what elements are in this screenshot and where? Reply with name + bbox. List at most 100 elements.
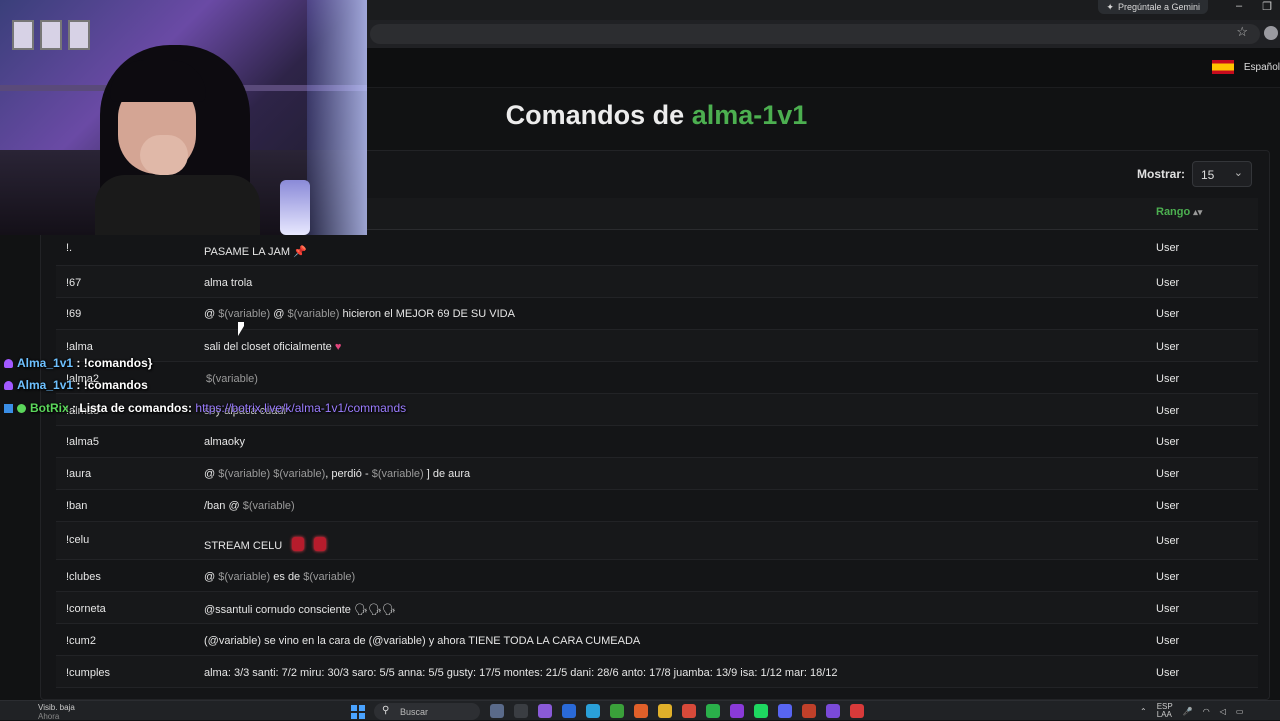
rank-cell: User bbox=[1156, 635, 1180, 647]
webcam-poster bbox=[40, 20, 62, 50]
table-row: !alma2 $(variable) User bbox=[56, 362, 1258, 394]
command-cell: !ban bbox=[66, 500, 88, 512]
chrome-profile-icon[interactable] bbox=[802, 704, 816, 718]
copilot-icon[interactable] bbox=[538, 704, 552, 718]
discord-icon[interactable] bbox=[778, 704, 792, 718]
chat-text: !comandos bbox=[83, 378, 148, 392]
edge-icon[interactable] bbox=[586, 704, 600, 718]
weather-label: Visib. baja bbox=[38, 703, 75, 712]
response-cell: $(variable) bbox=[206, 373, 258, 385]
show-label: Mostrar: bbox=[1137, 167, 1186, 181]
page-size-select[interactable]: 15 ⌄ bbox=[1192, 161, 1252, 187]
address-bar[interactable] bbox=[370, 24, 1260, 44]
chat-username: Alma_1v1 bbox=[17, 378, 74, 392]
response-text: sali del closet oficialmente bbox=[204, 341, 332, 353]
chat-text: Lista de comandos: bbox=[79, 401, 193, 415]
response-cell: @ $(variable) $(variable), perdió - $(va… bbox=[204, 468, 470, 480]
app-icon[interactable] bbox=[634, 704, 648, 718]
response-text: PASAME LA JAM bbox=[204, 246, 290, 258]
response-text: ] de aura bbox=[426, 468, 471, 480]
command-cell: !cum2 bbox=[66, 635, 96, 647]
whatsapp-icon[interactable] bbox=[706, 704, 720, 718]
windows-logo-icon bbox=[351, 713, 357, 719]
sparkle-icon: ✦ bbox=[1106, 2, 1114, 12]
rank-cell: User bbox=[1156, 373, 1180, 385]
webcam-overlay bbox=[0, 0, 367, 235]
command-cell: !celu bbox=[66, 534, 90, 546]
mic-badge-icon bbox=[4, 359, 13, 368]
restore-button[interactable]: ❐ bbox=[1262, 0, 1272, 13]
response-cell: (@variable) se vino en la cara de (@vari… bbox=[204, 635, 641, 647]
language-label: Español bbox=[1243, 61, 1280, 73]
volume-icon[interactable]: ◁ bbox=[1220, 707, 1226, 716]
windows-logo-icon bbox=[359, 705, 365, 711]
system-tray: ⌃ ESP LAA 🎤 ◠ ◁ ▭ bbox=[1140, 703, 1243, 719]
streamer-hand bbox=[140, 135, 188, 175]
response-text: @ssantuli cornudo consciente bbox=[204, 604, 351, 616]
chat-message: Alma_1v1 : !comandos} bbox=[0, 356, 152, 370]
page-title-channel: alma-1v1 bbox=[691, 100, 808, 130]
chat-separator: : bbox=[76, 378, 81, 392]
store-icon[interactable] bbox=[562, 704, 576, 718]
chat-link[interactable]: https://botrix.live/k/alma-1v1/commands bbox=[195, 401, 406, 415]
response-text: /ban @ bbox=[204, 500, 240, 512]
taskbar-search[interactable]: ⚲ Buscar bbox=[374, 703, 480, 720]
table-row: !67 alma trola User bbox=[56, 266, 1258, 298]
minimize-button[interactable]: – bbox=[1236, 0, 1242, 13]
gemini-button[interactable]: ✦ Pregúntale a Gemini bbox=[1098, 0, 1208, 14]
mic-icon[interactable]: 🎤 bbox=[1183, 707, 1193, 716]
verified-badge-icon bbox=[17, 404, 26, 413]
tray-chevron-icon[interactable]: ⌃ bbox=[1140, 707, 1147, 716]
chrome-icon[interactable] bbox=[682, 704, 696, 718]
weather-widget[interactable]: Visib. baja Ahora bbox=[38, 703, 75, 721]
table-row: !alma sali del closet oficialmente ♥ Use… bbox=[56, 330, 1258, 362]
table-row: !aura @ $(variable) $(variable), perdió … bbox=[56, 458, 1258, 490]
rank-cell: User bbox=[1156, 468, 1180, 480]
table-row: !cumples alma: 3/3 santi: 7/2 miru: 30/3… bbox=[56, 656, 1258, 688]
gemini-label: Pregúntale a Gemini bbox=[1117, 2, 1200, 12]
command-cell: !alma bbox=[66, 341, 93, 353]
language-selector[interactable]: Español bbox=[1211, 60, 1280, 74]
windows-logo-icon bbox=[351, 705, 357, 711]
rank-cell: User bbox=[1156, 405, 1180, 417]
bookmark-star-icon[interactable]: ☆ bbox=[1236, 24, 1248, 40]
variable-token: $(variable) bbox=[371, 468, 424, 480]
page-size-value: 15 bbox=[1201, 168, 1215, 182]
variable-token: $(variable) bbox=[242, 500, 295, 512]
command-cell: !corneta bbox=[66, 603, 106, 615]
spotify-icon[interactable] bbox=[754, 704, 768, 718]
response-cell: @ssantuli cornudo consciente 🗣🗣🗣 bbox=[204, 603, 396, 616]
wifi-icon[interactable]: ◠ bbox=[1203, 707, 1210, 716]
battery-icon[interactable]: ▭ bbox=[1236, 707, 1244, 716]
rank-cell: User bbox=[1156, 603, 1180, 615]
command-cell: !aura bbox=[66, 468, 92, 480]
profile-avatar[interactable] bbox=[1264, 26, 1278, 40]
explorer-icon[interactable] bbox=[658, 704, 672, 718]
table-row: !cum2 (@variable) se vino en la cara de … bbox=[56, 624, 1258, 656]
widgets-icon[interactable] bbox=[490, 704, 504, 718]
taskbar-apps bbox=[490, 704, 864, 718]
streamer-body bbox=[95, 175, 260, 235]
app-icon[interactable] bbox=[850, 704, 864, 718]
windows-logo-icon bbox=[359, 713, 365, 719]
rank-column-header[interactable]: Rango ▴▾ bbox=[1156, 206, 1202, 218]
chat-message: BotRix : Lista de comandos: https://botr… bbox=[0, 401, 406, 415]
webcam-lamp bbox=[280, 180, 310, 235]
command-cell: !alma5 bbox=[66, 436, 100, 448]
start-button[interactable] bbox=[351, 705, 365, 719]
command-cell: !69 bbox=[66, 308, 82, 320]
chat-username: BotRix bbox=[30, 401, 69, 415]
heart-icon: ♥ bbox=[334, 341, 342, 353]
table-row: !. PASAME LA JAM 📌 User bbox=[56, 230, 1258, 266]
language-indicator[interactable]: ESP LAA bbox=[1157, 703, 1173, 719]
chat-username: Alma_1v1 bbox=[17, 356, 74, 370]
obs-icon[interactable] bbox=[826, 704, 840, 718]
response-cell: alma: 3/3 santi: 7/2 miru: 30/3 saro: 5/… bbox=[204, 667, 838, 679]
twitch-icon[interactable] bbox=[730, 704, 744, 718]
chevron-down-icon: ⌄ bbox=[1233, 167, 1243, 179]
chat-text: !comandos} bbox=[83, 356, 153, 370]
sort-icon: ▴▾ bbox=[1193, 207, 1203, 217]
xbox-icon[interactable] bbox=[610, 704, 624, 718]
response-cell: /ban @ $(variable) bbox=[204, 500, 295, 512]
task-view-icon[interactable] bbox=[514, 704, 528, 718]
